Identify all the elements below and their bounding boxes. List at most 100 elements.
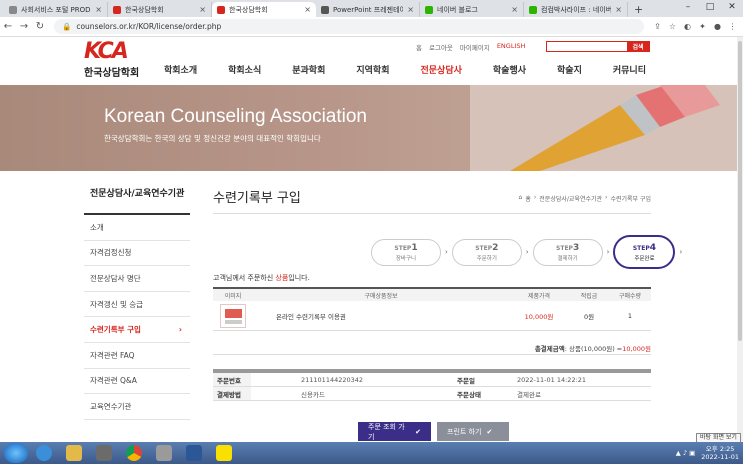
nav-item[interactable]: 지역학회: [352, 63, 393, 76]
breadcrumb-home[interactable]: 홈: [525, 194, 531, 203]
side-menu-item[interactable]: 수련기록부 구입 ›: [84, 317, 190, 343]
profile-icon[interactable]: ●: [712, 21, 723, 32]
browser-tab[interactable]: 컴컴박사라이프 : 네이버 ×: [524, 2, 628, 17]
search-input[interactable]: [547, 42, 627, 51]
product-price: 10,000원: [524, 312, 554, 321]
nav-item[interactable]: 전문상담사: [417, 63, 466, 76]
star-icon[interactable]: ☆: [667, 21, 678, 32]
side-menu-item[interactable]: 자격관련 FAQ: [84, 343, 190, 369]
new-tab-button[interactable]: +: [628, 2, 649, 17]
side-menu-item[interactable]: 자격갱신 및 승급: [84, 292, 190, 318]
tab-favicon: [113, 5, 121, 14]
order-table: 이미지 구매상품정보 제품가격 적립금 구매수량 온라인 수련기록부 이용권 1…: [213, 287, 651, 331]
kakaotalk-icon[interactable]: [210, 443, 238, 463]
order-total: 총결제금액: 상품(10,000원) = 10,000원: [213, 341, 651, 355]
tray-icons[interactable]: ▲ ♪ ▣: [676, 449, 695, 457]
extension-icon[interactable]: ◐: [682, 21, 693, 32]
util-home[interactable]: 홈: [416, 42, 422, 52]
clock[interactable]: 오후 2:25 2022-11-01: [701, 445, 739, 461]
ie-icon[interactable]: [30, 443, 58, 463]
word-icon[interactable]: [180, 443, 208, 463]
kca-logo[interactable]: KCA 한국상담학회: [84, 41, 144, 80]
browser-tab[interactable]: 한국상담학회 ×: [108, 2, 212, 17]
order-notice: 고객님께서 주문하신 상품입니다.: [213, 274, 310, 282]
nav-item[interactable]: 학회소개: [160, 63, 201, 76]
global-nav: 학회소개 학회소식 분과학회 지역학회 전문상담사 학술행사 학술지 커뮤니티: [160, 63, 650, 76]
url-text: counselors.or.kr/KOR/license/order.php: [76, 22, 222, 31]
nav-item[interactable]: 학술지: [553, 63, 586, 76]
page-scrollbar[interactable]: [737, 37, 743, 442]
hero-subtitle: 한국상담학회는 한국의 상담 및 정신건강 분야의 대표적인 학회입니다: [104, 134, 321, 143]
hero-title: Korean Counseling Association: [104, 106, 368, 127]
step-arrow-icon: ›: [525, 248, 529, 256]
nav-item[interactable]: 학술행사: [489, 63, 530, 76]
nav-item[interactable]: 학회소식: [224, 63, 265, 76]
tab-label: 네이버 블로그: [437, 5, 478, 14]
site-header: KCA 한국상담학회 홈 로그아웃 마이페이지 ENGLISH 검색 학회소개 학…: [0, 37, 743, 85]
back-icon[interactable]: ←: [0, 21, 16, 32]
site-search: 검색: [546, 41, 650, 52]
browser-tab[interactable]: 네이버 블로그 ×: [420, 2, 524, 17]
close-icon[interactable]: ×: [304, 5, 311, 14]
hero-banner: Korean Counseling Association 한국상담학회는 한국…: [0, 85, 743, 171]
address-bar: ← → ↻ 🔒 counselors.or.kr/KOR/license/ord…: [0, 17, 743, 37]
step-arrow-icon: ›: [679, 248, 683, 256]
util-logout[interactable]: 로그아웃: [429, 42, 453, 52]
folder-icon[interactable]: [60, 443, 88, 463]
minimize-icon[interactable]: –: [677, 0, 699, 17]
nav-item[interactable]: 분과학회: [288, 63, 329, 76]
table-row: 온라인 수련기록부 이용권 10,000원 0원 1: [213, 301, 651, 331]
close-icon[interactable]: ×: [407, 5, 414, 14]
tab-label: 한국상담학회: [125, 5, 164, 14]
page-title: 수련기록부 구입: [213, 191, 301, 206]
nav-item[interactable]: 커뮤니티: [609, 63, 650, 76]
system-tray: ▲ ♪ ▣ 오후 2:25 2022-11-01: [676, 442, 739, 464]
extensions: ⇪ ☆ ◐ ✦ ● ⋮: [652, 21, 738, 32]
side-menu-item[interactable]: 전문상담사 명단: [84, 266, 190, 292]
check-icon: ✔: [486, 427, 493, 436]
side-menu-item[interactable]: 소개: [84, 215, 190, 241]
order-step: STEP3 결제하기: [532, 238, 603, 266]
tab-favicon: [217, 5, 225, 14]
browser-tab[interactable]: 한국상담학회 ×: [212, 2, 316, 17]
title-divider: [213, 213, 651, 214]
close-icon[interactable]: ×: [615, 5, 622, 14]
order-step: STEP2 주문하기: [451, 238, 522, 266]
close-icon[interactable]: ×: [199, 5, 206, 14]
order-step: STEP1 장바구니: [371, 238, 441, 266]
order-step: STEP4 주문완료: [613, 235, 676, 269]
breadcrumb: ⌂ 홈 › 전문상담사/교육연수기관 › 수련기록부 구입: [518, 194, 651, 203]
maximize-icon[interactable]: □: [699, 0, 721, 17]
start-button[interactable]: [4, 443, 28, 463]
side-menu-item[interactable]: 자격검정신청: [84, 241, 190, 267]
media-icon[interactable]: [90, 443, 118, 463]
close-icon[interactable]: ×: [95, 5, 102, 14]
browser-tab[interactable]: 사회서비스 포털 PROD ×: [4, 2, 108, 17]
util-mypage[interactable]: 마이페이지: [460, 42, 490, 52]
order-lookup-button[interactable]: 주문 조회 가기 ✔: [358, 422, 431, 441]
chrome-icon[interactable]: [120, 443, 148, 463]
order-table-header: 이미지 구매상품정보 제품가격 적립금 구매수량: [213, 287, 651, 301]
breadcrumb-current: 수련기록부 구입: [610, 196, 651, 203]
tab-favicon: [9, 5, 17, 14]
search-button[interactable]: 검색: [627, 42, 649, 51]
puzzle-icon[interactable]: ✦: [697, 21, 708, 32]
tab-favicon: [425, 5, 433, 14]
reload-icon[interactable]: ↻: [32, 21, 48, 32]
menu-icon[interactable]: ⋮: [727, 21, 738, 32]
url-field[interactable]: 🔒 counselors.or.kr/KOR/license/order.php: [54, 19, 644, 34]
app-icon[interactable]: [150, 443, 178, 463]
util-english[interactable]: ENGLISH: [497, 42, 526, 52]
chevron-right-icon: ›: [178, 325, 182, 335]
close-icon[interactable]: ✕: [721, 0, 743, 17]
side-menu-item[interactable]: 교육연수기관: [84, 394, 190, 420]
breadcrumb-section[interactable]: 전문상담사/교육연수기관: [539, 194, 602, 203]
forward-icon[interactable]: →: [16, 21, 32, 32]
order-steps: STEP1 장바구니 › STEP2 주문하기 › STEP3 결제하기 › STEP4 주문완료 ›: [371, 235, 682, 269]
close-icon[interactable]: ×: [511, 5, 518, 14]
side-menu-item[interactable]: 자격관련 Q&A: [84, 369, 190, 395]
table-row: 결제방법 신용카드 주문상태 결제완료: [213, 387, 651, 401]
browser-tab[interactable]: PowerPoint 프레젠테이션 ×: [316, 2, 420, 17]
share-icon[interactable]: ⇪: [652, 21, 663, 32]
print-button[interactable]: 프린트 하기 ✔: [437, 422, 509, 441]
